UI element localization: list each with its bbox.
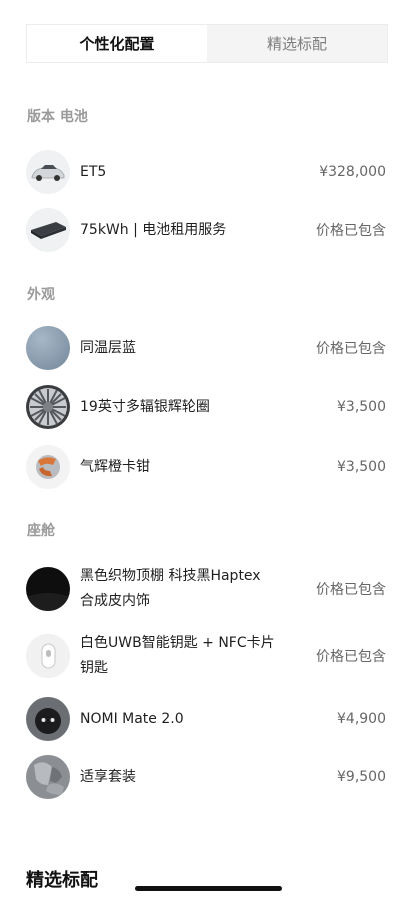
option-price: ¥328,000 bbox=[319, 164, 386, 180]
option-price: 价格已包含 bbox=[316, 341, 386, 357]
option-label-line1: 白色UWB智能钥匙 + NFC卡片 bbox=[80, 635, 275, 651]
config-tabs: 个性化配置 精选标配 bbox=[26, 24, 388, 63]
option-row-interior[interactable]: 黑色织物顶棚 科技黑Haptex 合成皮内饰 价格已包含 bbox=[26, 564, 386, 614]
option-price: ¥9,500 bbox=[337, 769, 386, 785]
option-price: 价格已包含 bbox=[316, 223, 386, 239]
option-label: NOMI Mate 2.0 bbox=[80, 710, 184, 727]
seat-package-icon bbox=[26, 755, 70, 799]
option-label: 适享套装 bbox=[80, 768, 136, 785]
option-label-line2: 合成皮内饰 bbox=[80, 593, 150, 609]
option-label: 黑色织物顶棚 科技黑Haptex 合成皮内饰 bbox=[80, 564, 316, 614]
interior-swatch-icon bbox=[26, 567, 70, 611]
section-title-cabin: 座舱 bbox=[27, 523, 55, 539]
option-price: 价格已包含 bbox=[316, 582, 386, 598]
brake-caliper-icon bbox=[26, 445, 70, 489]
option-row-battery[interactable]: 75kWh | 电池租用服务 价格已包含 bbox=[26, 208, 386, 252]
option-label-line1: 黑色织物顶棚 科技黑Haptex bbox=[80, 568, 261, 584]
tab-personalized-config[interactable]: 个性化配置 bbox=[27, 25, 207, 62]
option-label: ET5 bbox=[80, 163, 107, 180]
car-thumbnail-icon bbox=[26, 150, 70, 194]
wheel-rim-icon bbox=[26, 385, 70, 429]
section-title-exterior: 外观 bbox=[27, 287, 55, 303]
option-row-key[interactable]: 白色UWB智能钥匙 + NFC卡片 钥匙 价格已包含 bbox=[26, 631, 386, 681]
home-indicator[interactable] bbox=[135, 886, 282, 891]
battery-pack-icon bbox=[26, 208, 70, 252]
option-row-nomi[interactable]: NOMI Mate 2.0 ¥4,900 bbox=[26, 697, 386, 741]
option-row-car[interactable]: ET5 ¥328,000 bbox=[26, 150, 386, 194]
nomi-robot-icon bbox=[26, 697, 70, 741]
option-row-calipers[interactable]: 气辉橙卡钳 ¥3,500 bbox=[26, 445, 386, 489]
option-label: 白色UWB智能钥匙 + NFC卡片 钥匙 bbox=[80, 631, 316, 681]
option-price: ¥3,500 bbox=[337, 459, 386, 475]
option-label: 气辉橙卡钳 bbox=[80, 458, 150, 475]
option-row-wheels[interactable]: 19英寸多辐银辉轮圈 ¥3,500 bbox=[26, 385, 386, 429]
option-price: 价格已包含 bbox=[316, 649, 386, 665]
option-label-line2: 钥匙 bbox=[80, 660, 108, 676]
option-row-seats[interactable]: 适享套装 ¥9,500 bbox=[26, 755, 386, 799]
option-row-paint[interactable]: 同温层蓝 价格已包含 bbox=[26, 326, 386, 370]
tab-standard-features[interactable]: 精选标配 bbox=[207, 25, 387, 62]
option-label: 同温层蓝 bbox=[80, 339, 136, 356]
section-title-version-battery: 版本 电池 bbox=[27, 109, 88, 125]
option-price: ¥4,900 bbox=[337, 711, 386, 727]
paint-color-swatch-icon bbox=[26, 326, 70, 370]
option-price: ¥3,500 bbox=[337, 399, 386, 415]
smart-key-icon bbox=[26, 634, 70, 678]
option-label: 19英寸多辐银辉轮圈 bbox=[80, 398, 210, 415]
standard-features-heading: 精选标配 bbox=[26, 870, 98, 891]
option-label: 75kWh | 电池租用服务 bbox=[80, 221, 227, 238]
